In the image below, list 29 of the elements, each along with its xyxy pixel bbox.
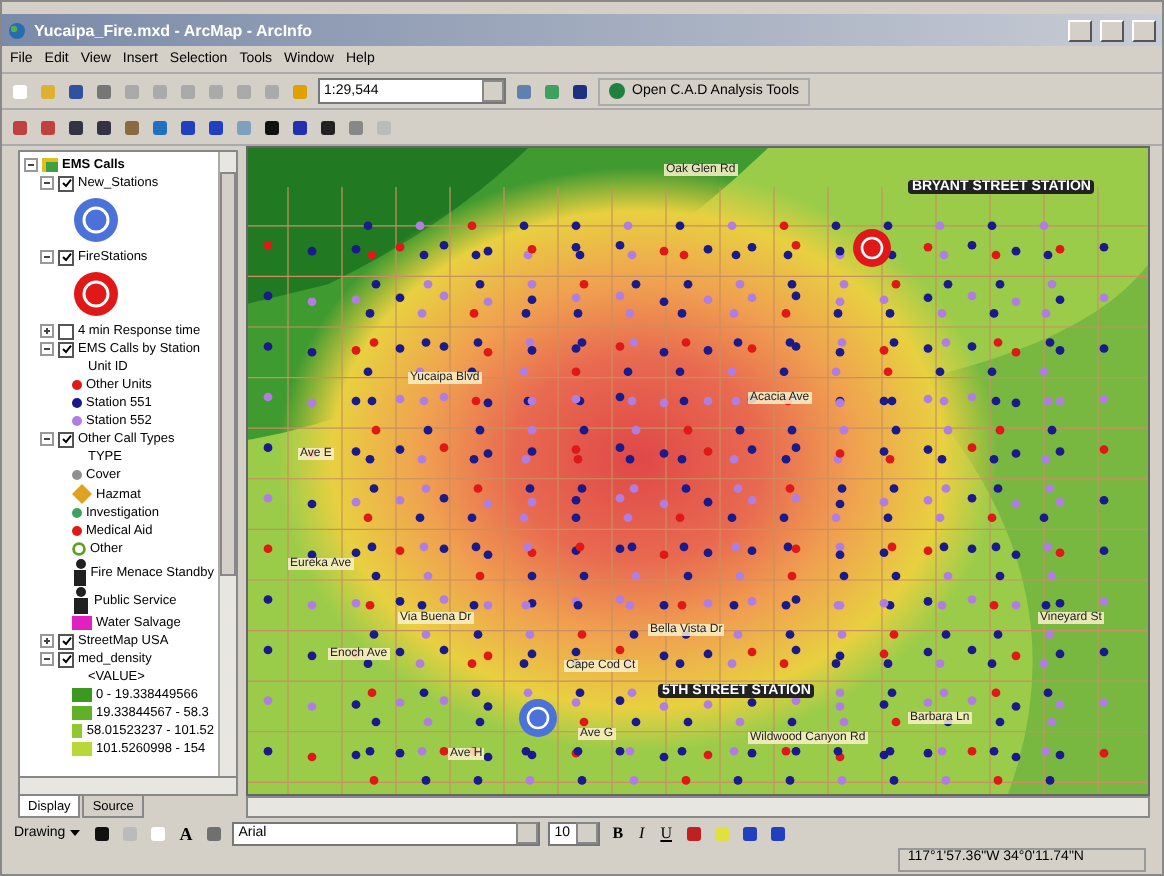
layer-checkbox[interactable] — [58, 651, 74, 667]
expand-toggle[interactable] — [40, 652, 54, 666]
format-button[interactable]: U — [656, 824, 676, 842]
layer-checkbox[interactable] — [58, 341, 74, 357]
expand-toggle[interactable] — [40, 176, 54, 190]
layer-group-icon — [42, 158, 58, 172]
caret-icon — [69, 829, 80, 837]
expand-toggle[interactable] — [40, 324, 54, 338]
expand-toggle[interactable] — [24, 158, 38, 172]
format-button[interactable]: B — [608, 824, 628, 842]
scrollbar[interactable] — [18, 778, 238, 796]
close-button[interactable] — [1132, 19, 1156, 41]
expand-toggle[interactable] — [40, 634, 54, 648]
layer-checkbox[interactable] — [58, 249, 74, 265]
scrollbar[interactable] — [246, 796, 1150, 818]
minimize-button[interactable] — [1068, 19, 1092, 41]
format-button[interactable]: I — [635, 824, 649, 842]
expand-toggle[interactable] — [40, 432, 54, 446]
window-title: Yucaipa_Fire.mxd - ArcMap - ArcInfo — [34, 21, 314, 39]
scrollbar[interactable] — [218, 152, 236, 776]
app-icon — [8, 21, 26, 39]
maximize-button[interactable] — [1100, 19, 1124, 41]
expand-toggle[interactable] — [40, 342, 54, 356]
layer-checkbox[interactable] — [58, 323, 74, 339]
layer-checkbox[interactable] — [58, 175, 74, 191]
text-tool[interactable]: A — [175, 823, 197, 843]
layer-checkbox[interactable] — [58, 431, 74, 447]
layer-checkbox[interactable] — [58, 633, 74, 649]
expand-toggle[interactable] — [40, 250, 54, 264]
